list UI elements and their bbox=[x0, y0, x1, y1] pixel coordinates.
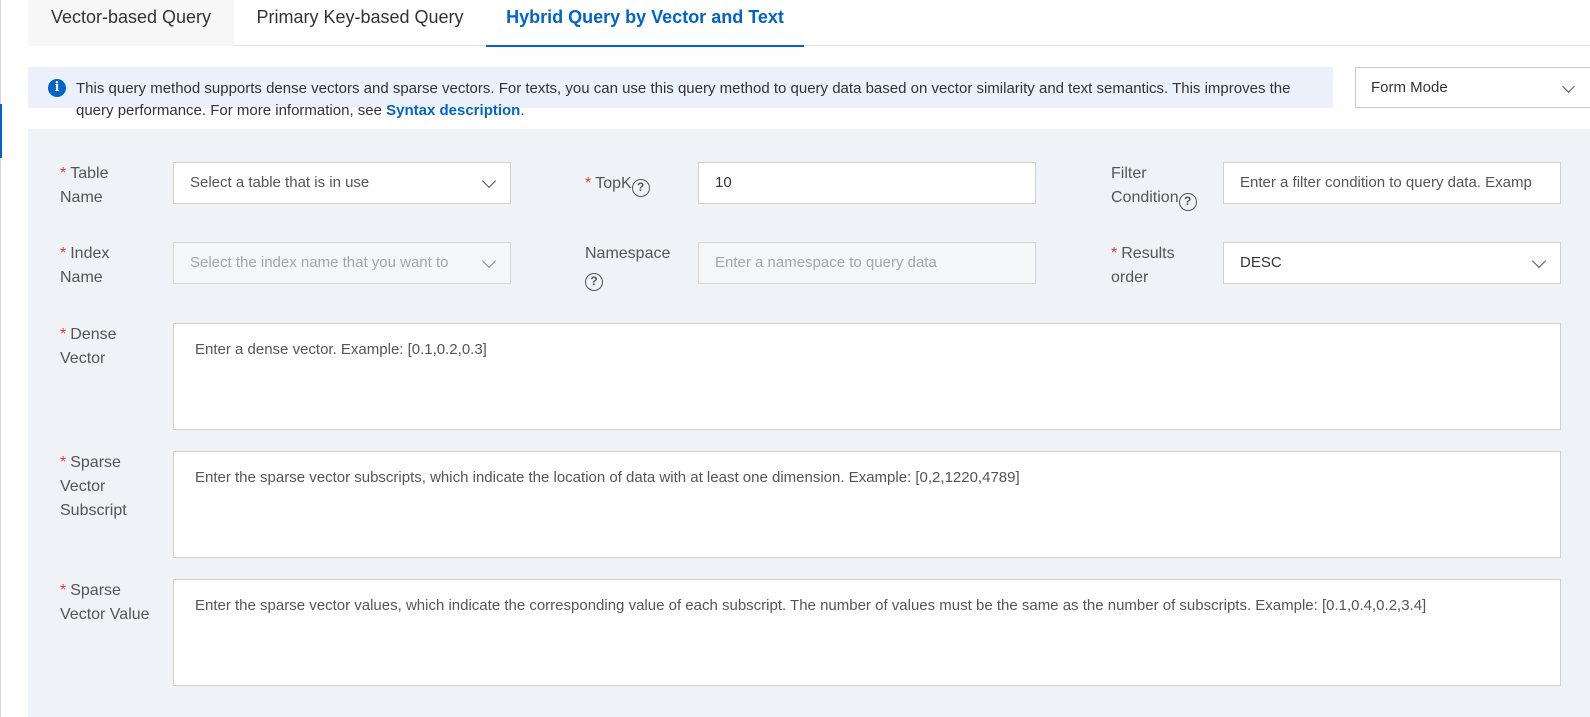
required-mark: * bbox=[60, 245, 67, 262]
help-icon[interactable]: ? bbox=[585, 273, 603, 291]
results-order-label: * Results order bbox=[1111, 245, 1175, 286]
filter-condition-placeholder: Enter a filter condition to query data. … bbox=[1240, 174, 1532, 191]
namespace-placeholder: Enter a namespace to query data bbox=[715, 254, 937, 271]
sparse-vector-subscript-label: * Sparse Vector Subscript bbox=[60, 454, 127, 519]
namespace-input[interactable]: Enter a namespace to query data bbox=[698, 242, 1036, 284]
mode-select-value: Form Mode bbox=[1371, 79, 1448, 96]
tab-vector-based-query[interactable]: Vector-based Query bbox=[28, 0, 234, 46]
sparse-vector-subscript-placeholder: Enter the sparse vector subscripts, whic… bbox=[195, 469, 1020, 486]
required-mark: * bbox=[60, 326, 67, 343]
table-name-select[interactable]: Select a table that is in use bbox=[173, 162, 511, 204]
help-icon[interactable]: ? bbox=[1178, 193, 1197, 211]
chevron-down-icon bbox=[1562, 80, 1575, 93]
filter-condition-input[interactable]: Enter a filter condition to query data. … bbox=[1223, 162, 1561, 204]
required-mark: * bbox=[60, 582, 67, 599]
sparse-vector-subscript-textarea[interactable]: Enter the sparse vector subscripts, whic… bbox=[173, 451, 1561, 558]
topk-value: 10 bbox=[715, 174, 732, 191]
required-mark: * bbox=[60, 454, 67, 471]
dense-vector-textarea[interactable]: Enter a dense vector. Example: [0.1,0.2,… bbox=[173, 323, 1561, 430]
index-name-label: * Index Name bbox=[60, 245, 110, 286]
sparse-vector-value-textarea[interactable]: Enter the sparse vector values, which in… bbox=[173, 579, 1561, 686]
namespace-label: Namespace? bbox=[585, 242, 670, 291]
filter-condition-label: Filter Condition? bbox=[1111, 162, 1197, 211]
notice-text: This query method supports dense vectors… bbox=[76, 78, 1326, 122]
topk-input[interactable]: 10 bbox=[698, 162, 1036, 204]
mode-select[interactable]: Form Mode bbox=[1355, 67, 1590, 108]
notice-suffix: . bbox=[520, 102, 525, 119]
query-tabs: Vector-based Query Primary Key-based Que… bbox=[28, 0, 1590, 47]
sparse-vector-value-label: * Sparse Vector Value bbox=[60, 582, 150, 623]
table-name-label: * Table Name bbox=[60, 165, 109, 206]
required-mark: * bbox=[60, 165, 67, 182]
chevron-down-icon bbox=[481, 253, 497, 269]
info-notice: i This query method supports dense vecto… bbox=[28, 67, 1333, 119]
chevron-down-icon bbox=[481, 173, 497, 189]
sparse-vector-value-placeholder: Enter the sparse vector values, which in… bbox=[195, 597, 1427, 614]
chevron-down-icon bbox=[1531, 253, 1547, 269]
table-name-placeholder: Select a table that is in use bbox=[190, 174, 370, 191]
info-icon: i bbox=[48, 79, 66, 97]
required-mark: * bbox=[1111, 245, 1118, 262]
results-order-value: DESC bbox=[1240, 254, 1282, 271]
syntax-description-link[interactable]: Syntax description bbox=[386, 102, 520, 119]
topk-label: * TopK? bbox=[585, 172, 650, 197]
required-mark: * bbox=[585, 175, 592, 192]
tab-primary-key-based-query[interactable]: Primary Key-based Query bbox=[234, 0, 486, 46]
dense-vector-placeholder: Enter a dense vector. Example: [0.1,0.2,… bbox=[195, 341, 487, 358]
dense-vector-label: * Dense Vector bbox=[60, 326, 117, 367]
results-order-select[interactable]: DESC bbox=[1223, 242, 1561, 284]
notice-body: This query method supports dense vectors… bbox=[76, 80, 1291, 119]
index-name-select[interactable]: Select the index name that you want to bbox=[173, 242, 511, 284]
index-name-placeholder: Select the index name that you want to bbox=[190, 254, 449, 271]
tab-hybrid-query[interactable]: Hybrid Query by Vector and Text bbox=[486, 0, 804, 47]
left-accent-bar bbox=[0, 104, 2, 158]
help-icon[interactable]: ? bbox=[631, 179, 650, 197]
query-form: * Table Name Select a table that is in use… bbox=[28, 129, 1590, 717]
